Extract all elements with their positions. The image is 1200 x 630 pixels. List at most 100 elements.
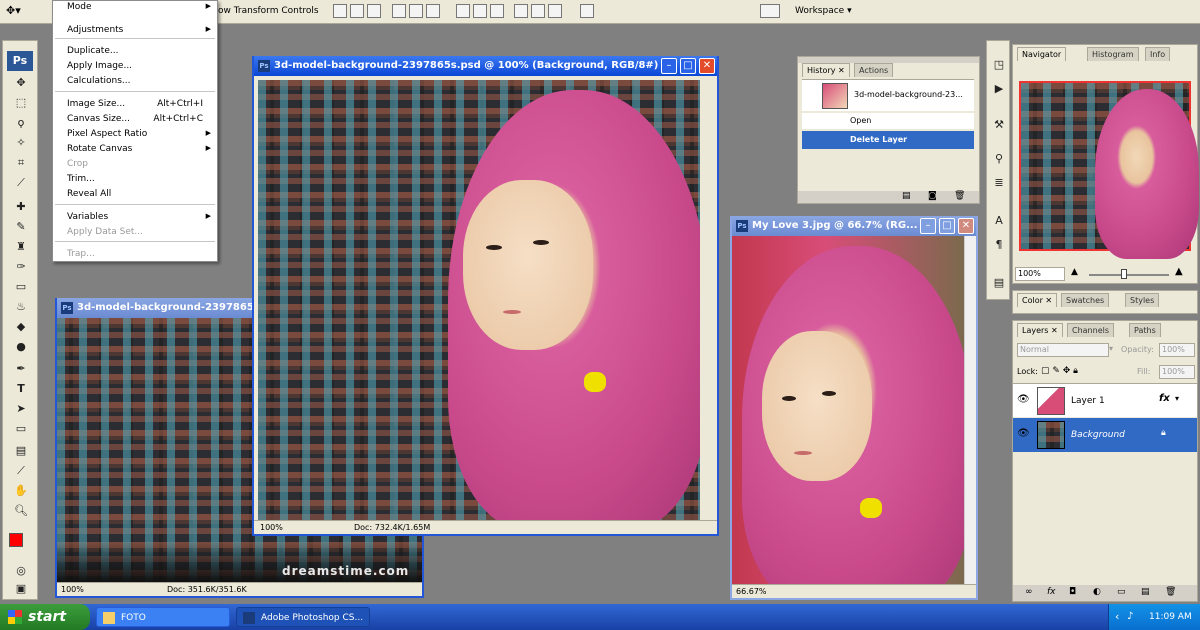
menu-item-adjustments[interactable]: Adjustments ▶	[53, 25, 217, 39]
menu-item-rotate-canvas[interactable]: Rotate Canvas ▶	[53, 144, 217, 158]
tab-channels[interactable]: Channels	[1067, 323, 1115, 337]
menu-item-mode[interactable]: Mode ▶	[53, 2, 217, 16]
distribute-right-icon[interactable]	[548, 4, 562, 18]
workspace-menu[interactable]: Workspace ▾	[795, 6, 852, 16]
align-top-icon[interactable]	[333, 4, 347, 18]
align-vcenter-icon[interactable]	[350, 4, 364, 18]
shape-icon[interactable]: ▭	[11, 421, 31, 437]
pen-icon[interactable]: ✒	[11, 361, 31, 377]
expand-effects-icon[interactable]: ▾	[1175, 394, 1179, 403]
crop-icon[interactable]: ⌗	[11, 155, 31, 171]
actions-icon[interactable]: ▶	[989, 81, 1009, 97]
move-tool-icon[interactable]: ✥▾	[6, 4, 21, 17]
menu-item-canvas-size[interactable]: Canvas Size... Alt+Ctrl+C	[53, 114, 217, 128]
paragraph-icon[interactable]: ¶	[989, 237, 1009, 253]
character-icon[interactable]: A	[989, 213, 1009, 229]
add-mask-icon[interactable]: ◘	[1069, 587, 1076, 597]
window-title-bar[interactable]: Ps 3d-model-background-2397865s.psd @ 100…	[254, 56, 717, 76]
navigator-zoom-field[interactable]: 100%	[1015, 267, 1065, 281]
link-layers-icon[interactable]: ∞	[1025, 587, 1033, 597]
minimize-button[interactable]: –	[920, 218, 936, 234]
blend-mode-select[interactable]: Normal	[1017, 343, 1109, 357]
tab-color[interactable]: Color ✕	[1017, 293, 1058, 307]
move-icon[interactable]: ✥	[11, 75, 31, 91]
menu-item-calculations[interactable]: Calculations...	[53, 76, 217, 90]
tool-presets-icon[interactable]: ⚒	[989, 117, 1009, 133]
foreground-color-swatch[interactable]	[9, 533, 23, 547]
canvas-composite[interactable]	[258, 80, 700, 520]
volume-icon[interactable]: ♪	[1127, 604, 1133, 630]
history-brush-icon[interactable]: ✑	[11, 259, 31, 275]
new-group-icon[interactable]: ▭	[1117, 587, 1126, 597]
menu-item-apply-image[interactable]: Apply Image...	[53, 61, 217, 75]
healing-brush-icon[interactable]: ✚	[11, 199, 31, 215]
layer-row-layer1[interactable]: 👁︎ Layer 1 fx ▾	[1013, 383, 1197, 417]
notes-panel-icon[interactable]: ▤	[989, 275, 1009, 291]
align-right-icon[interactable]	[426, 4, 440, 18]
zoom-slider-track[interactable]	[1089, 274, 1169, 276]
fill-field[interactable]: 100%	[1159, 365, 1195, 379]
align-left-icon[interactable]	[392, 4, 406, 18]
minimize-button[interactable]: –	[661, 58, 677, 74]
marquee-icon[interactable]: ⬚	[11, 95, 31, 111]
zoom-icon[interactable]: 🔍︎	[11, 503, 31, 519]
eye-icon[interactable]: 👁︎	[1017, 394, 1030, 405]
zoom-level[interactable]: 100%	[260, 521, 283, 534]
menu-item-duplicate[interactable]: Duplicate...	[53, 46, 217, 60]
menu-item-image-size[interactable]: Image Size... Alt+Ctrl+I	[53, 99, 217, 113]
file-browser-icon[interactable]	[760, 4, 780, 18]
zoom-out-icon[interactable]: ▲	[1071, 267, 1078, 277]
vertical-scrollbar[interactable]	[964, 236, 976, 584]
eye-icon[interactable]: 👁︎	[1017, 428, 1030, 439]
history-step-open[interactable]: Open	[802, 113, 974, 129]
canvas-portrait[interactable]	[732, 236, 966, 584]
zoom-level[interactable]: 100%	[61, 583, 84, 596]
tab-styles[interactable]: Styles	[1125, 293, 1160, 307]
tab-actions[interactable]: Actions	[854, 63, 894, 77]
zoom-slider-thumb[interactable]	[1121, 269, 1127, 279]
history-snapshot-row[interactable]: 3d-model-background-23...	[802, 79, 974, 111]
type-icon[interactable]: T	[11, 381, 31, 397]
trash-icon[interactable]: 🗑︎	[954, 191, 965, 201]
distribute-hcenter-icon[interactable]	[531, 4, 545, 18]
tab-paths[interactable]: Paths	[1129, 323, 1161, 337]
align-hcenter-icon[interactable]	[409, 4, 423, 18]
clone-source-icon[interactable]: ⚲	[989, 151, 1009, 167]
show-transform-controls-label[interactable]: ow Transform Controls	[218, 6, 319, 16]
new-document-icon[interactable]: ▤	[902, 191, 911, 201]
paint-bucket-icon[interactable]: ♨	[11, 299, 31, 315]
maximize-button[interactable]: □	[939, 218, 955, 234]
auto-align-icon[interactable]	[580, 4, 594, 18]
tab-history[interactable]: History ✕	[802, 63, 850, 77]
lasso-icon[interactable]: ϙ	[11, 115, 31, 131]
adjustment-layer-icon[interactable]: ◐	[1093, 587, 1101, 597]
clock[interactable]: 11:09 AM	[1149, 612, 1192, 622]
tab-swatches[interactable]: Swatches	[1061, 293, 1110, 307]
zoom-level[interactable]: 66.67%	[736, 585, 767, 598]
maximize-button[interactable]: □	[680, 58, 696, 74]
eraser-icon[interactable]: ▭	[11, 279, 31, 295]
add-style-icon[interactable]: fx	[1047, 587, 1056, 597]
menu-item-reveal-all[interactable]: Reveal All	[53, 189, 217, 203]
snapshot-icon[interactable]: ◙	[928, 191, 937, 201]
screen-mode-icon[interactable]: ▣	[11, 581, 31, 597]
tray-expand-icon[interactable]: ‹	[1115, 604, 1119, 630]
slice-icon[interactable]: ⟋	[11, 175, 31, 191]
tab-histogram[interactable]: Histogram	[1087, 47, 1139, 61]
align-bottom-icon[interactable]	[367, 4, 381, 18]
doc-size[interactable]: Doc: 732.4K/1.65M	[354, 521, 430, 534]
notes-icon[interactable]: ▤	[11, 443, 31, 459]
menu-item-variables[interactable]: Variables ▶	[53, 212, 217, 226]
layer-row-background[interactable]: 👁︎ Background 🔒︎	[1013, 418, 1197, 452]
zoom-in-icon[interactable]: ▲	[1175, 266, 1183, 277]
document-window-main[interactable]: Ps 3d-model-background-2397865s.psd @ 100…	[252, 56, 719, 536]
new-layer-icon[interactable]: ▤	[1141, 587, 1150, 597]
blend-mode-chevron-icon[interactable]: ▾	[1109, 344, 1113, 353]
brushes-icon[interactable]: ◳	[989, 57, 1009, 73]
taskbar-item-photoshop[interactable]: Adobe Photoshop CS...	[236, 607, 370, 627]
navigator-preview[interactable]	[1019, 81, 1199, 259]
start-button[interactable]: start	[0, 604, 90, 630]
tab-info[interactable]: Info	[1145, 47, 1171, 61]
distribute-bottom-icon[interactable]	[490, 4, 504, 18]
clone-stamp-icon[interactable]: ♜	[11, 239, 31, 255]
